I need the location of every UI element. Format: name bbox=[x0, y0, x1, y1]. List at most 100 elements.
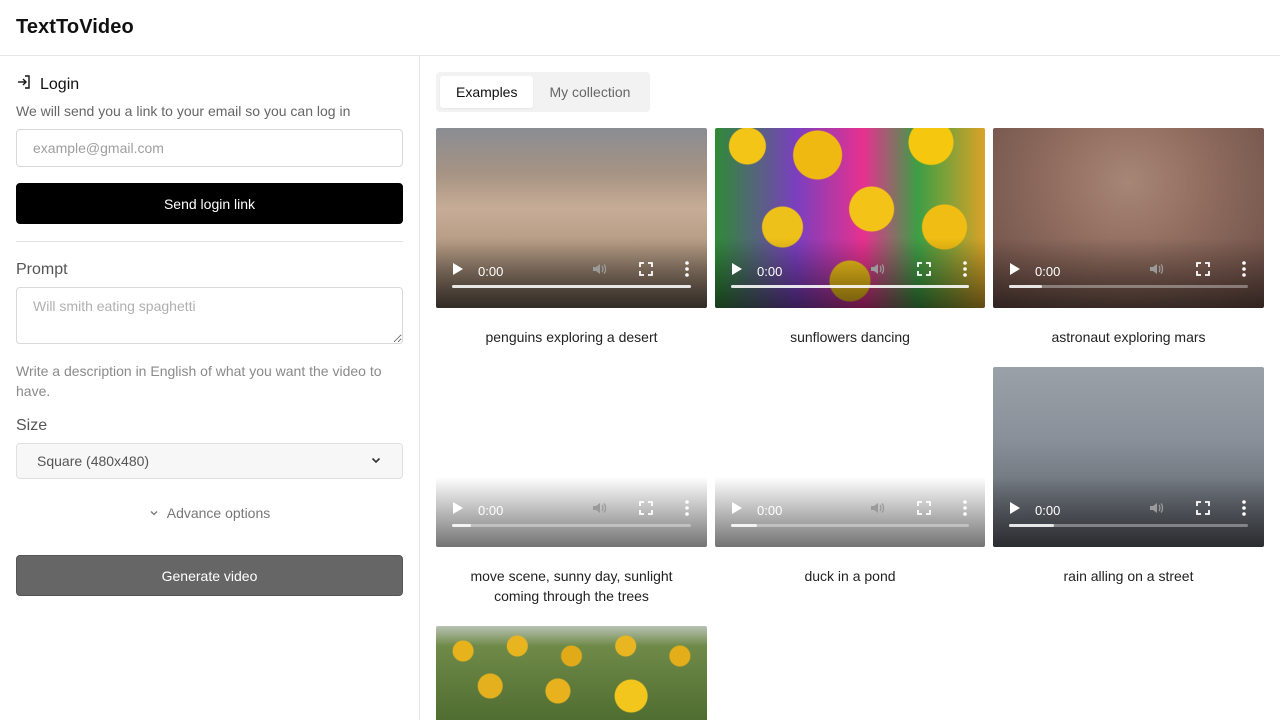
video-caption: duck in a pond bbox=[804, 568, 896, 584]
video-time: 0:00 bbox=[1035, 502, 1061, 518]
play-icon[interactable] bbox=[1009, 501, 1021, 520]
app-title: TextToVideo bbox=[16, 16, 134, 38]
video-progress-bar[interactable] bbox=[452, 524, 691, 527]
more-options-icon[interactable] bbox=[685, 499, 689, 521]
video-time: 0:00 bbox=[478, 263, 504, 279]
video-controls-row: 0:00 bbox=[731, 260, 969, 282]
video-controls-row: 0:00 bbox=[452, 260, 691, 282]
video-controls-row: 0:00 bbox=[1009, 499, 1248, 521]
video-player[interactable]: 0:00 bbox=[993, 367, 1264, 547]
size-select[interactable]: Square (480x480) bbox=[16, 443, 403, 479]
volume-icon[interactable] bbox=[869, 500, 885, 521]
volume-icon[interactable] bbox=[1148, 500, 1164, 521]
volume-icon[interactable] bbox=[591, 500, 607, 521]
size-label: Size bbox=[16, 417, 48, 434]
app-header: TextToVideo bbox=[0, 0, 1280, 56]
video-time: 0:00 bbox=[757, 502, 783, 518]
tab-bar: Examples My collection bbox=[436, 72, 651, 112]
video-controls-row: 0:00 bbox=[731, 499, 969, 521]
fullscreen-icon[interactable] bbox=[1196, 261, 1210, 281]
more-options-icon[interactable] bbox=[1242, 260, 1246, 282]
video-controls-row: 0:00 bbox=[452, 499, 691, 521]
login-icon bbox=[16, 74, 32, 95]
send-login-link-button[interactable]: Send login link bbox=[16, 183, 403, 224]
play-icon[interactable] bbox=[452, 501, 464, 520]
video-progress-fill bbox=[452, 524, 472, 527]
video-progress-bar[interactable] bbox=[731, 285, 969, 288]
video-caption: move scene, sunny day, sunlight coming t… bbox=[470, 568, 673, 604]
video-controls-row: 0:00 bbox=[1009, 260, 1248, 282]
video-card: 0:00 duck in a pond bbox=[715, 367, 985, 606]
email-input[interactable] bbox=[16, 129, 403, 167]
fullscreen-icon[interactable] bbox=[639, 500, 653, 520]
video-controls: 0:00 bbox=[436, 238, 707, 308]
login-header: Login bbox=[16, 74, 403, 95]
tab-examples[interactable]: Examples bbox=[440, 76, 534, 108]
video-grid: 0:00 penguins exploring a desert 0:00 sunfl… bbox=[436, 128, 1264, 720]
chevron-down-icon bbox=[370, 453, 382, 469]
more-options-icon[interactable] bbox=[963, 260, 967, 282]
video-controls: 0:00 bbox=[715, 238, 985, 308]
video-controls: 0:00 bbox=[715, 477, 985, 547]
video-progress-fill bbox=[731, 285, 969, 288]
video-player[interactable]: 0:00 bbox=[436, 128, 707, 308]
fullscreen-icon[interactable] bbox=[917, 261, 931, 281]
video-card: 0:00 penguins exploring a desert bbox=[436, 128, 707, 347]
video-time: 0:00 bbox=[757, 263, 783, 279]
play-icon[interactable] bbox=[1009, 262, 1021, 281]
chevron-down-icon bbox=[149, 505, 159, 521]
prompt-hint: Write a description in English of what y… bbox=[16, 363, 382, 399]
video-caption: rain alling on a street bbox=[1063, 568, 1194, 584]
video-progress-bar[interactable] bbox=[731, 524, 969, 527]
volume-icon[interactable] bbox=[1148, 261, 1164, 282]
video-player[interactable]: 0:00 bbox=[715, 128, 985, 308]
video-player[interactable]: 0:00 bbox=[436, 367, 707, 547]
size-select-value: Square (480x480) bbox=[37, 453, 150, 469]
generate-video-button[interactable]: Generate video bbox=[16, 555, 403, 596]
video-time: 0:00 bbox=[478, 502, 504, 518]
video-controls: 0:00 bbox=[436, 477, 707, 547]
play-icon[interactable] bbox=[731, 262, 743, 281]
tab-my-collection[interactable]: My collection bbox=[533, 76, 646, 108]
video-caption: astronaut exploring mars bbox=[1051, 329, 1206, 345]
video-progress-bar[interactable] bbox=[452, 285, 691, 288]
video-progress-fill bbox=[452, 285, 691, 288]
main-content: Examples My collection 0:00 penguins expl… bbox=[420, 56, 1280, 720]
login-description: We will send you a link to your email so… bbox=[16, 103, 351, 119]
video-player[interactable]: 0:00 bbox=[715, 367, 985, 547]
video-progress-bar[interactable] bbox=[1009, 524, 1248, 527]
video-player[interactable] bbox=[436, 626, 707, 720]
play-icon[interactable] bbox=[452, 262, 464, 281]
volume-icon[interactable] bbox=[869, 261, 885, 282]
video-caption: sunflowers dancing bbox=[790, 329, 910, 345]
play-icon[interactable] bbox=[731, 501, 743, 520]
fullscreen-icon[interactable] bbox=[1196, 500, 1210, 520]
more-options-icon[interactable] bbox=[963, 499, 967, 521]
video-controls: 0:00 bbox=[993, 477, 1264, 547]
advance-options-label: Advance options bbox=[166, 505, 271, 521]
video-time: 0:00 bbox=[1035, 263, 1061, 279]
video-card: 0:00 astronaut exploring mars bbox=[993, 128, 1264, 347]
prompt-textarea[interactable] bbox=[16, 287, 403, 344]
more-options-icon[interactable] bbox=[1242, 499, 1246, 521]
video-controls: 0:00 bbox=[993, 238, 1264, 308]
video-card: 0:00 move scene, sunny day, sunlight comi… bbox=[436, 367, 707, 606]
video-progress-fill bbox=[1009, 524, 1055, 527]
fullscreen-icon[interactable] bbox=[639, 261, 653, 281]
video-progress-fill bbox=[1009, 285, 1043, 288]
video-progress-bar[interactable] bbox=[1009, 285, 1248, 288]
video-card: 0:00 sunflowers dancing bbox=[715, 128, 985, 347]
volume-icon[interactable] bbox=[591, 261, 607, 282]
login-title: Login bbox=[40, 75, 80, 93]
advance-options-toggle[interactable]: Advance options bbox=[16, 505, 403, 521]
prompt-label: Prompt bbox=[16, 261, 68, 278]
more-options-icon[interactable] bbox=[685, 260, 689, 282]
sidebar: Login We will send you a link to your em… bbox=[0, 56, 420, 720]
video-progress-fill bbox=[731, 524, 758, 527]
fullscreen-icon[interactable] bbox=[917, 500, 931, 520]
video-player[interactable]: 0:00 bbox=[993, 128, 1264, 308]
sidebar-divider bbox=[16, 241, 403, 242]
video-card: 0:00 rain alling on a street bbox=[993, 367, 1264, 606]
video-caption: penguins exploring a desert bbox=[485, 329, 658, 345]
video-card bbox=[436, 626, 707, 720]
